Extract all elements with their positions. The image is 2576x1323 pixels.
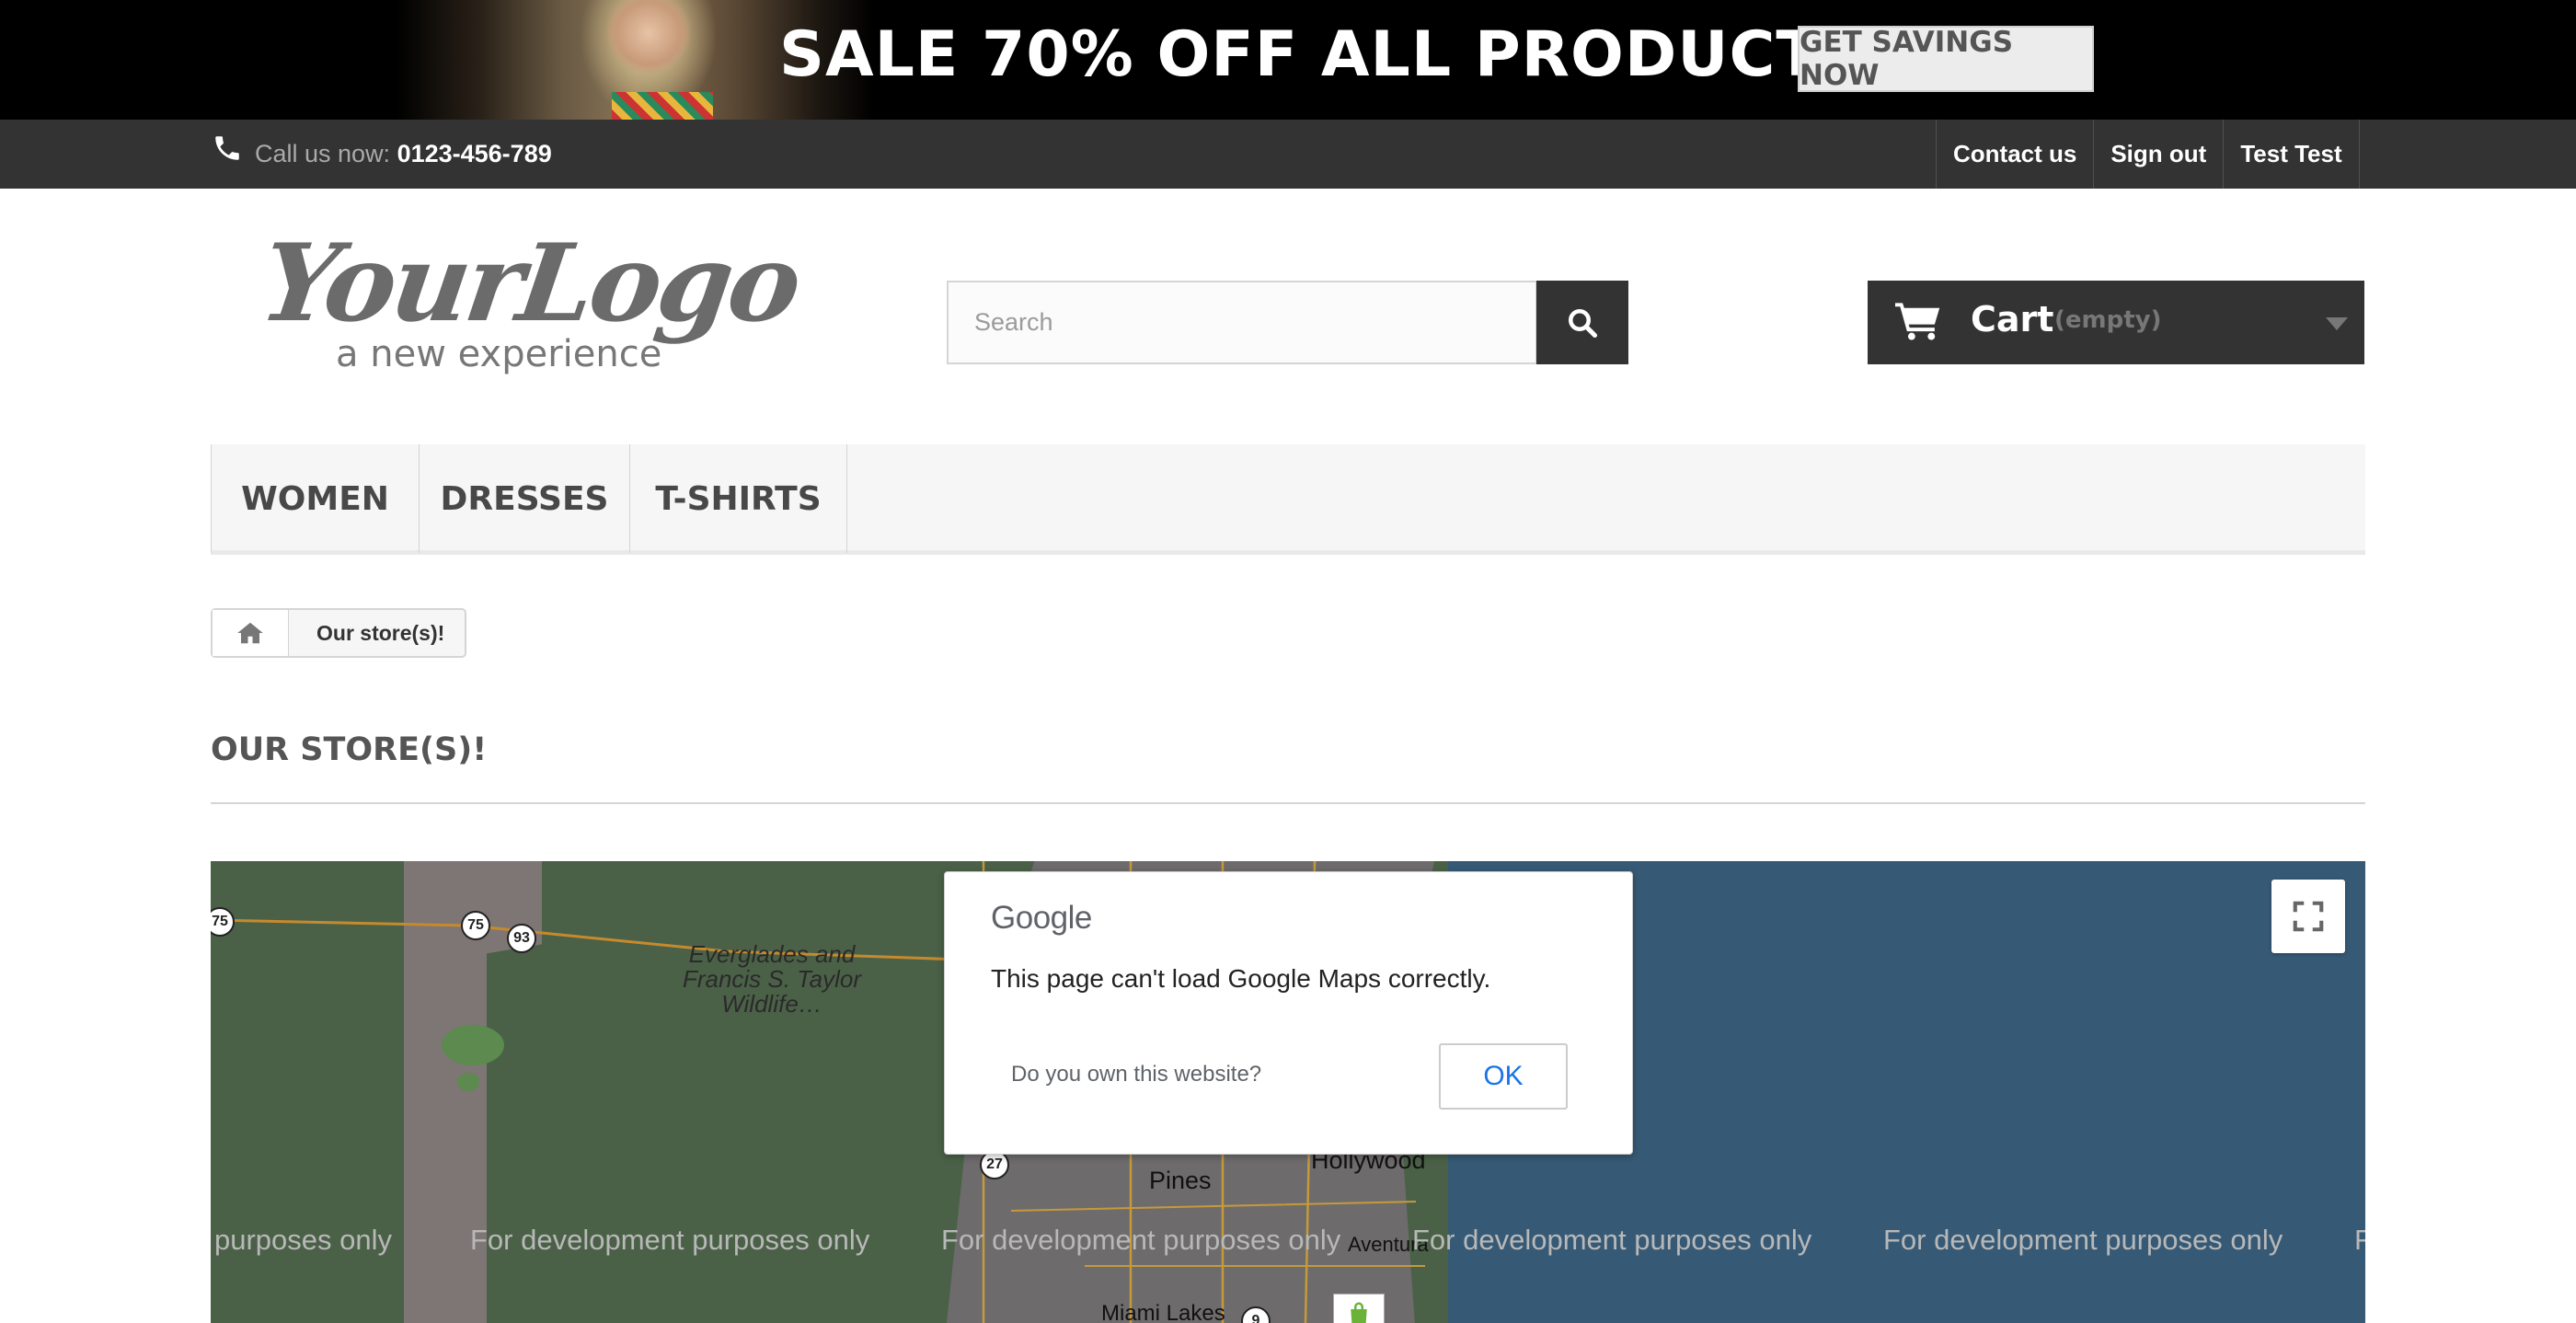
shopping-cart-icon: [1895, 303, 1940, 340]
highway-shield: 75: [461, 911, 490, 940]
map-fullscreen-button[interactable]: [2271, 880, 2345, 953]
search-box: [947, 281, 1537, 364]
contact-us-link[interactable]: Contact us: [1936, 120, 2093, 189]
store-logo[interactable]: YourLogo a new experience: [253, 221, 805, 386]
breadcrumb-current: Our store(s)!: [316, 620, 445, 645]
highway-shield: 93: [507, 924, 536, 953]
own-website-link[interactable]: Do you own this website?: [1011, 1062, 1261, 1087]
search-button[interactable]: [1536, 281, 1628, 364]
ok-button[interactable]: OK: [1439, 1043, 1568, 1110]
call-us-text: Call us now: 0123-456-789: [255, 140, 552, 168]
map-dev-watermark: For development purposes only: [1883, 1224, 2283, 1256]
phone-icon: [215, 136, 239, 160]
home-icon: [237, 622, 263, 644]
map-city-miami-lakes: Miami Lakes: [1101, 1301, 1225, 1323]
sign-out-link[interactable]: Sign out: [2093, 120, 2223, 189]
map-dev-watermark: For development purposes only: [470, 1224, 870, 1256]
logo-main-text: YourLogo: [253, 221, 806, 346]
store-marker[interactable]: [1333, 1294, 1385, 1323]
maps-error-dialog: Google This page can't load Google Maps …: [944, 871, 1633, 1155]
banner-headline: SALE 70% OFF ALL PRODUCTS: [779, 18, 1866, 91]
shopping-bag-icon: [1351, 1302, 1367, 1323]
promo-banner[interactable]: SALE 70% OFF ALL PRODUCTS GET SAVINGS NO…: [0, 0, 2576, 120]
phone-number: 0123-456-789: [397, 140, 552, 167]
heading-divider: [211, 802, 2365, 804]
call-us-label: Call us now:: [255, 140, 397, 167]
breadcrumb: Our store(s)!: [211, 608, 467, 658]
google-logo: Google: [991, 900, 1092, 936]
cart-status: (empty): [2054, 306, 2162, 334]
account-link[interactable]: Test Test: [2223, 120, 2360, 189]
map-dev-watermark: For development purposes only: [1412, 1224, 1812, 1256]
page-title: OUR STORE(S)!: [211, 731, 488, 768]
menu-item-women[interactable]: WOMEN: [211, 444, 420, 553]
cart-label: Cart: [1971, 299, 2054, 339]
menu-item-tshirts[interactable]: T-SHIRTS: [630, 444, 847, 553]
get-savings-button[interactable]: GET SAVINGS NOW: [1798, 26, 2094, 92]
top-bar: Call us now: 0123-456-789 Contact us Sig…: [0, 120, 2576, 189]
menu-item-dresses[interactable]: DRESSES: [420, 444, 630, 553]
banner-photo-swimsuit: [612, 92, 713, 120]
dialog-message: This page can't load Google Maps correct…: [991, 964, 1491, 993]
header-user-links: Contact us Sign out Test Test: [1936, 120, 2360, 189]
map-dev-watermark: For development purposes only: [941, 1224, 1341, 1256]
search-input[interactable]: [949, 282, 1535, 362]
main-menu: WOMEN DRESSES T-SHIRTS: [211, 444, 2365, 555]
cart-dropdown-caret-icon[interactable]: [2326, 317, 2348, 330]
logo-tagline: a new experience: [336, 333, 662, 375]
search-icon: [1569, 308, 1598, 338]
map-city-pines: Pines: [1149, 1167, 1212, 1194]
map-dev-watermark: F: [2354, 1224, 2365, 1256]
map-dev-watermark: purposes only: [214, 1224, 393, 1256]
fullscreen-icon: [2293, 901, 2324, 932]
breadcrumb-home-link[interactable]: [213, 610, 289, 656]
map-park-label: Everglades and Francis S. Taylor Wildlif…: [682, 940, 862, 1018]
cart-button[interactable]: Cart (empty): [1868, 281, 2364, 364]
